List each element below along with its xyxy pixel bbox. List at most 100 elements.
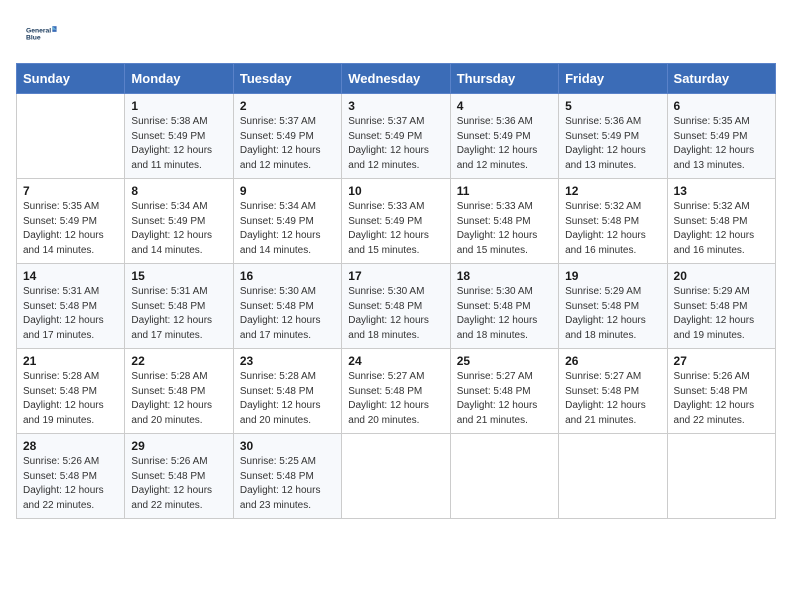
calendar-cell: 14 Sunrise: 5:31 AM Sunset: 5:48 PM Dayli… xyxy=(17,264,125,349)
day-info: Sunrise: 5:27 AM Sunset: 5:48 PM Dayligh… xyxy=(565,370,660,428)
calendar-cell: 28 Sunrise: 5:26 AM Sunset: 5:48 PM Dayli… xyxy=(17,434,125,519)
calendar-cell: 1 Sunrise: 5:38 AM Sunset: 5:49 PM Daylig… xyxy=(125,94,233,179)
day-number: 22 xyxy=(131,354,226,368)
weekday-header-cell: Sunday xyxy=(17,64,125,94)
day-number: 7 xyxy=(23,184,118,198)
day-info: Sunrise: 5:26 AM Sunset: 5:48 PM Dayligh… xyxy=(131,455,226,513)
calendar-cell: 8 Sunrise: 5:34 AM Sunset: 5:49 PM Daylig… xyxy=(125,179,233,264)
calendar-cell: 29 Sunrise: 5:26 AM Sunset: 5:48 PM Dayli… xyxy=(125,434,233,519)
weekday-header-cell: Wednesday xyxy=(342,64,450,94)
day-number: 2 xyxy=(240,99,335,113)
weekday-header-cell: Tuesday xyxy=(233,64,341,94)
calendar-cell: 10Sunrise: 5:33 AM Sunset: 5:49 PM Dayli… xyxy=(342,179,450,264)
day-number: 17 xyxy=(348,269,443,283)
calendar-week-row: 7 Sunrise: 5:35 AM Sunset: 5:49 PM Daylig… xyxy=(17,179,776,264)
day-info: Sunrise: 5:28 AM Sunset: 5:48 PM Dayligh… xyxy=(240,370,335,428)
calendar-cell: 22 Sunrise: 5:28 AM Sunset: 5:48 PM Dayli… xyxy=(125,349,233,434)
calendar-cell xyxy=(667,434,775,519)
day-number: 15 xyxy=(131,269,226,283)
day-info: Sunrise: 5:28 AM Sunset: 5:48 PM Dayligh… xyxy=(23,370,118,428)
calendar-cell: 25 Sunrise: 5:27 AM Sunset: 5:48 PM Dayli… xyxy=(450,349,558,434)
day-info: Sunrise: 5:25 AM Sunset: 5:48 PM Dayligh… xyxy=(240,455,335,513)
calendar-cell: 23 Sunrise: 5:28 AM Sunset: 5:48 PM Dayli… xyxy=(233,349,341,434)
day-number: 21 xyxy=(23,354,118,368)
logo-icon: General Blue xyxy=(26,18,58,50)
day-number: 10 xyxy=(348,184,443,198)
calendar-week-row: 14 Sunrise: 5:31 AM Sunset: 5:48 PM Dayli… xyxy=(17,264,776,349)
day-info: Sunrise: 5:26 AM Sunset: 5:48 PM Dayligh… xyxy=(674,370,769,428)
day-number: 25 xyxy=(457,354,552,368)
calendar-week-row: 28 Sunrise: 5:26 AM Sunset: 5:48 PM Dayli… xyxy=(17,434,776,519)
day-number: 6 xyxy=(674,99,769,113)
calendar-cell xyxy=(450,434,558,519)
day-info: Sunrise: 5:36 AM Sunset: 5:49 PM Dayligh… xyxy=(565,115,660,173)
day-info: Sunrise: 5:38 AM Sunset: 5:49 PM Dayligh… xyxy=(131,115,226,173)
day-info: Sunrise: 5:31 AM Sunset: 5:48 PM Dayligh… xyxy=(131,285,226,343)
calendar-cell xyxy=(342,434,450,519)
weekday-header-cell: Thursday xyxy=(450,64,558,94)
calendar-week-row: 21 Sunrise: 5:28 AM Sunset: 5:48 PM Dayli… xyxy=(17,349,776,434)
calendar-cell: 6 Sunrise: 5:35 AM Sunset: 5:49 PM Daylig… xyxy=(667,94,775,179)
calendar-cell: 15 Sunrise: 5:31 AM Sunset: 5:48 PM Dayli… xyxy=(125,264,233,349)
day-info: Sunrise: 5:27 AM Sunset: 5:48 PM Dayligh… xyxy=(457,370,552,428)
day-number: 8 xyxy=(131,184,226,198)
svg-text:Blue: Blue xyxy=(26,35,41,42)
day-number: 5 xyxy=(565,99,660,113)
calendar-cell: 13 Sunrise: 5:32 AM Sunset: 5:48 PM Dayli… xyxy=(667,179,775,264)
day-info: Sunrise: 5:27 AM Sunset: 5:48 PM Dayligh… xyxy=(348,370,443,428)
day-number: 30 xyxy=(240,439,335,453)
calendar-cell xyxy=(559,434,667,519)
weekday-header-row: SundayMondayTuesdayWednesdayThursdayFrid… xyxy=(17,64,776,94)
calendar-body: 1 Sunrise: 5:38 AM Sunset: 5:49 PM Daylig… xyxy=(17,94,776,519)
day-number: 14 xyxy=(23,269,118,283)
day-number: 29 xyxy=(131,439,226,453)
calendar-cell xyxy=(17,94,125,179)
logo: General Blue xyxy=(24,18,58,55)
day-info: Sunrise: 5:29 AM Sunset: 5:48 PM Dayligh… xyxy=(674,285,769,343)
day-info: Sunrise: 5:31 AM Sunset: 5:48 PM Dayligh… xyxy=(23,285,118,343)
calendar-week-row: 1 Sunrise: 5:38 AM Sunset: 5:49 PM Daylig… xyxy=(17,94,776,179)
calendar-cell: 24Sunrise: 5:27 AM Sunset: 5:48 PM Dayli… xyxy=(342,349,450,434)
calendar-cell: 30 Sunrise: 5:25 AM Sunset: 5:48 PM Dayli… xyxy=(233,434,341,519)
calendar-cell: 7 Sunrise: 5:35 AM Sunset: 5:49 PM Daylig… xyxy=(17,179,125,264)
day-info: Sunrise: 5:34 AM Sunset: 5:49 PM Dayligh… xyxy=(131,200,226,258)
day-number: 16 xyxy=(240,269,335,283)
calendar-cell: 20 Sunrise: 5:29 AM Sunset: 5:48 PM Dayli… xyxy=(667,264,775,349)
day-info: Sunrise: 5:32 AM Sunset: 5:48 PM Dayligh… xyxy=(565,200,660,258)
day-number: 13 xyxy=(674,184,769,198)
day-number: 27 xyxy=(674,354,769,368)
calendar-wrap: SundayMondayTuesdayWednesdayThursdayFrid… xyxy=(0,63,792,535)
weekday-header-cell: Saturday xyxy=(667,64,775,94)
day-info: Sunrise: 5:36 AM Sunset: 5:49 PM Dayligh… xyxy=(457,115,552,173)
day-info: Sunrise: 5:34 AM Sunset: 5:49 PM Dayligh… xyxy=(240,200,335,258)
day-number: 11 xyxy=(457,184,552,198)
day-info: Sunrise: 5:30 AM Sunset: 5:48 PM Dayligh… xyxy=(457,285,552,343)
page-header: General Blue xyxy=(0,0,792,63)
day-number: 18 xyxy=(457,269,552,283)
day-number: 20 xyxy=(674,269,769,283)
day-number: 1 xyxy=(131,99,226,113)
calendar-cell: 26 Sunrise: 5:27 AM Sunset: 5:48 PM Dayli… xyxy=(559,349,667,434)
calendar-cell: 4Sunrise: 5:36 AM Sunset: 5:49 PM Daylig… xyxy=(450,94,558,179)
day-info: Sunrise: 5:30 AM Sunset: 5:48 PM Dayligh… xyxy=(240,285,335,343)
calendar-cell: 21 Sunrise: 5:28 AM Sunset: 5:48 PM Dayli… xyxy=(17,349,125,434)
day-info: Sunrise: 5:37 AM Sunset: 5:49 PM Dayligh… xyxy=(240,115,335,173)
calendar-cell: 3Sunrise: 5:37 AM Sunset: 5:49 PM Daylig… xyxy=(342,94,450,179)
day-info: Sunrise: 5:35 AM Sunset: 5:49 PM Dayligh… xyxy=(23,200,118,258)
calendar-cell: 27 Sunrise: 5:26 AM Sunset: 5:48 PM Dayli… xyxy=(667,349,775,434)
day-info: Sunrise: 5:26 AM Sunset: 5:48 PM Dayligh… xyxy=(23,455,118,513)
calendar-cell: 2 Sunrise: 5:37 AM Sunset: 5:49 PM Daylig… xyxy=(233,94,341,179)
day-number: 3 xyxy=(348,99,443,113)
day-number: 12 xyxy=(565,184,660,198)
calendar-cell: 17Sunrise: 5:30 AM Sunset: 5:48 PM Dayli… xyxy=(342,264,450,349)
weekday-header-cell: Friday xyxy=(559,64,667,94)
day-number: 23 xyxy=(240,354,335,368)
day-number: 28 xyxy=(23,439,118,453)
day-number: 26 xyxy=(565,354,660,368)
calendar-table: SundayMondayTuesdayWednesdayThursdayFrid… xyxy=(16,63,776,519)
calendar-cell: 9 Sunrise: 5:34 AM Sunset: 5:49 PM Daylig… xyxy=(233,179,341,264)
day-info: Sunrise: 5:28 AM Sunset: 5:48 PM Dayligh… xyxy=(131,370,226,428)
day-info: Sunrise: 5:32 AM Sunset: 5:48 PM Dayligh… xyxy=(674,200,769,258)
day-info: Sunrise: 5:35 AM Sunset: 5:49 PM Dayligh… xyxy=(674,115,769,173)
day-number: 9 xyxy=(240,184,335,198)
